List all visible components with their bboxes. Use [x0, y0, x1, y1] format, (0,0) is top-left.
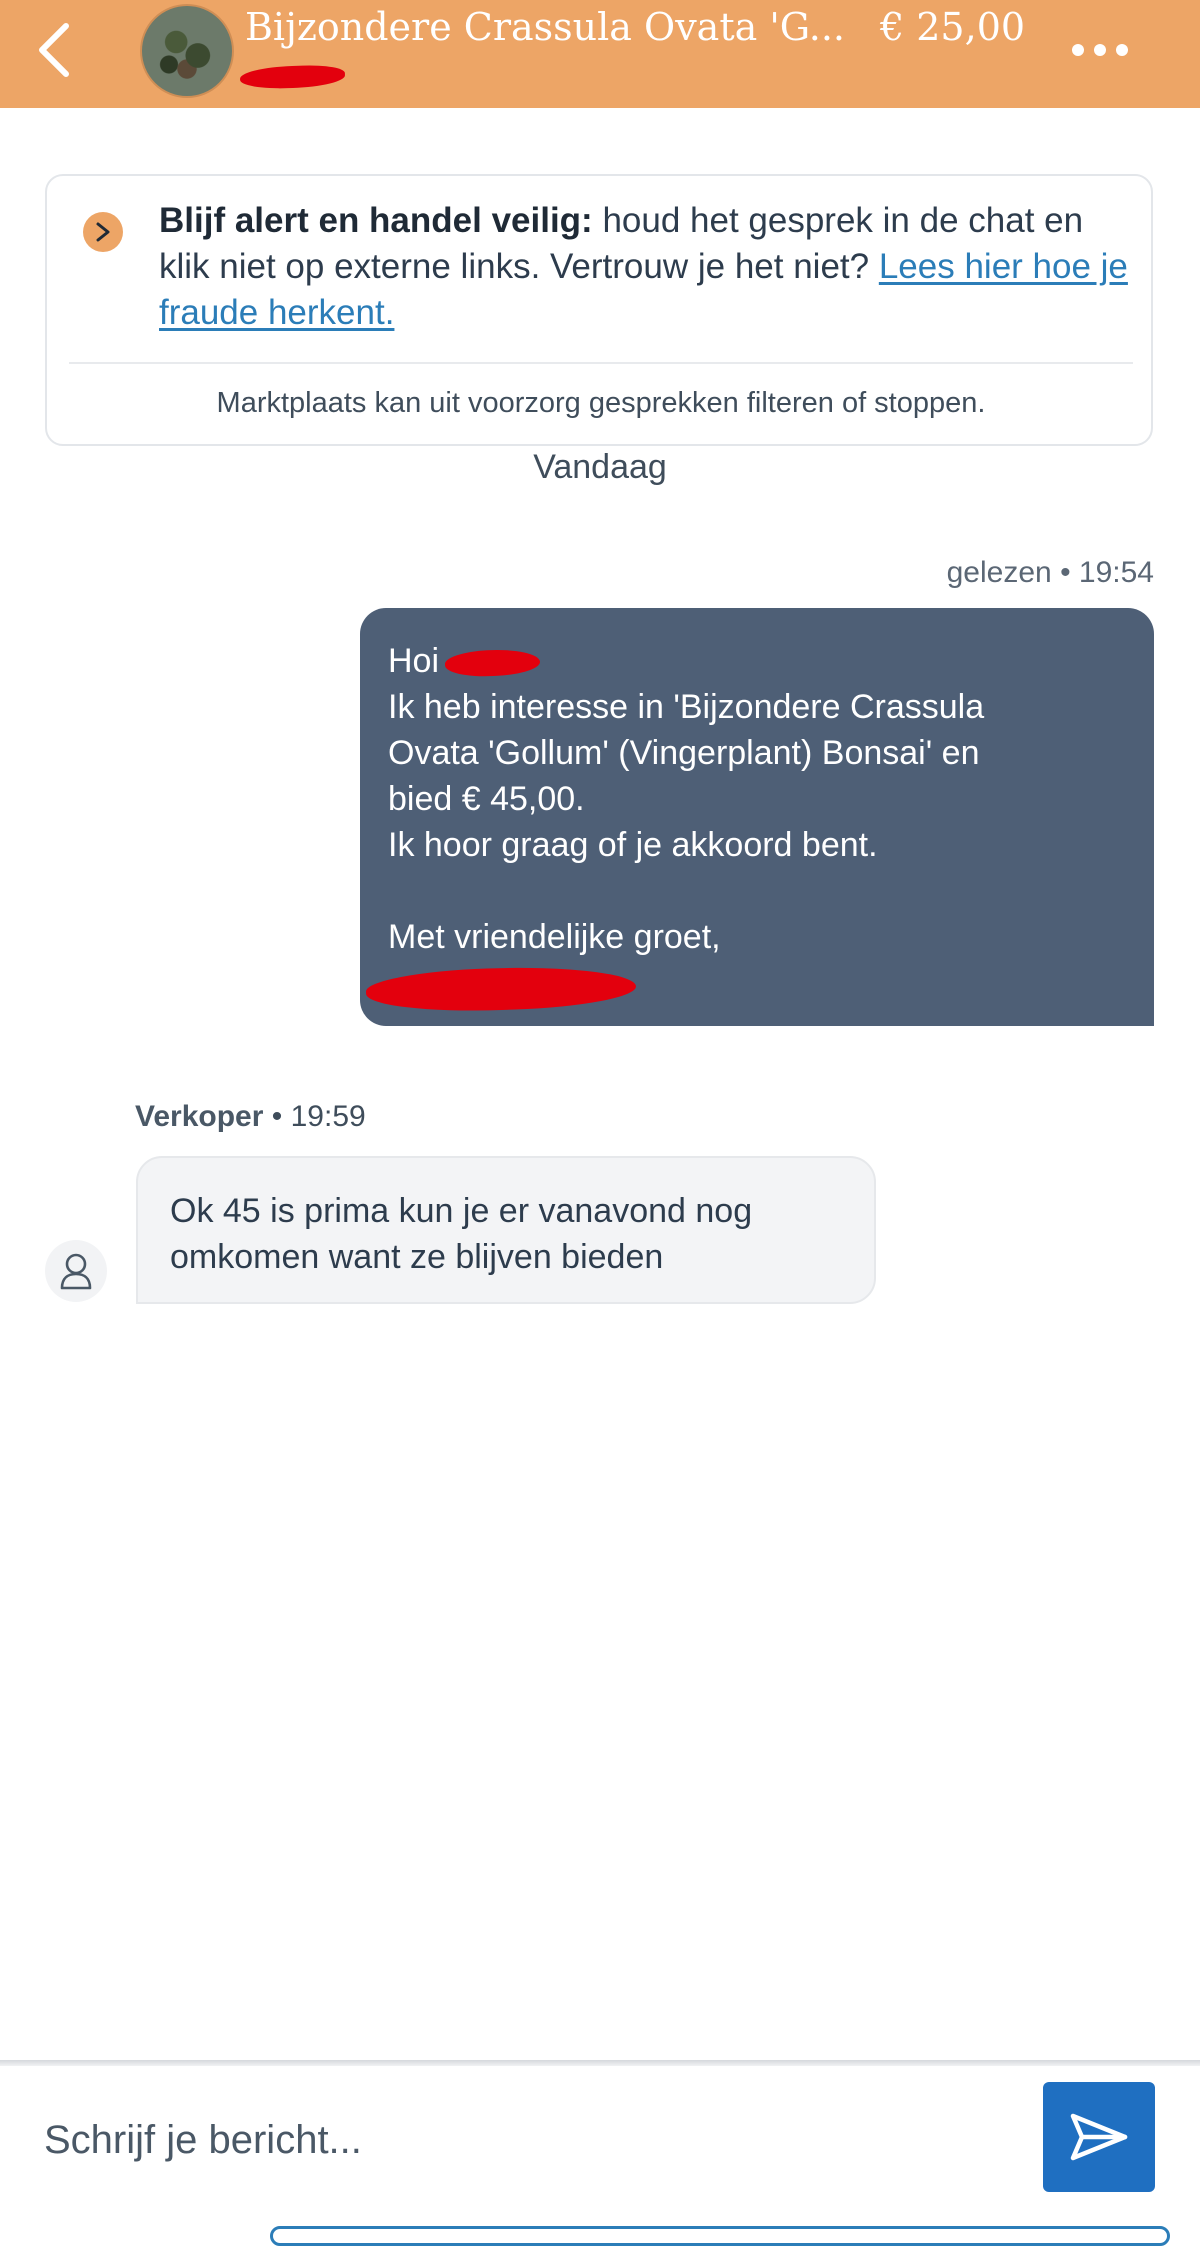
safety-notice-bold: Blijf alert en handel veilig: [159, 201, 593, 240]
sender-name: Verkoper [135, 1100, 264, 1133]
greeting: Hoi [388, 642, 440, 680]
send-icon [1070, 2113, 1128, 2161]
safety-notice-footer: Marktplaats kan uit voorzorg gesprekken … [216, 387, 986, 419]
send-button[interactable] [1043, 2082, 1155, 2192]
divider [69, 362, 1133, 364]
safety-notice: Blijf alert en handel veilig: houd het g… [45, 174, 1153, 446]
chat-header: Bijzondere Crassula Ovata 'G... € 25,00 [0, 0, 1200, 108]
chevron-left-icon [39, 23, 69, 77]
incoming-message-bubble[interactable]: Ok 45 is prima kun je er vanavond nog om… [136, 1156, 876, 1304]
message-meta-outgoing: gelezen • 19:54 [947, 556, 1154, 590]
listing-price: € 25,00 [880, 5, 1026, 49]
message-line: Met vriendelijke groet, [388, 918, 721, 956]
meta-separator: • [271, 1100, 283, 1133]
message-meta-incoming: Verkoper • 19:59 [135, 1100, 366, 1134]
bottom-bar [0, 2218, 1200, 2246]
message-line: Ik heb interesse in 'Bijzondere Crassula [388, 688, 985, 726]
read-status: gelezen [946, 556, 1052, 589]
safety-notice-text: Blijf alert en handel veilig: houd het g… [159, 198, 1139, 336]
redacted-signature [365, 963, 637, 1015]
message-line: Ok 45 is prima kun je er vanavond nog [170, 1192, 753, 1230]
message-time: 19:59 [290, 1100, 366, 1133]
message-line: Ovata 'Gollum' (Vingerplant) Bonsai' en [388, 734, 980, 772]
message-composer [0, 2066, 1200, 2216]
listing-thumbnail[interactable] [140, 4, 234, 98]
message-line: Hoi [388, 638, 1126, 684]
user-icon[interactable] [45, 1240, 107, 1302]
message-line: omkomen want ze blijven bieden [170, 1238, 664, 1276]
redacted-username [239, 64, 346, 90]
bottom-pill [270, 2226, 1170, 2246]
more-options-button[interactable] [1060, 30, 1140, 70]
meta-separator: • [1060, 556, 1071, 589]
message-line: bied € 45,00. [388, 780, 585, 818]
message-time: 19:54 [1078, 556, 1154, 589]
message-line: Ik hoor graag of je akkoord bent. [388, 826, 878, 864]
listing-title[interactable]: Bijzondere Crassula Ovata 'G... [245, 2, 875, 52]
more-dots-icon [1072, 44, 1084, 56]
date-separator: Vandaag [533, 448, 667, 486]
redacted-name [444, 647, 541, 679]
chevron-right-icon [83, 212, 123, 252]
back-button[interactable] [22, 14, 86, 86]
message-input[interactable] [44, 2110, 1004, 2170]
outgoing-message-bubble[interactable]: Hoi Ik heb interesse in 'Bijzondere Cras… [360, 608, 1154, 1026]
